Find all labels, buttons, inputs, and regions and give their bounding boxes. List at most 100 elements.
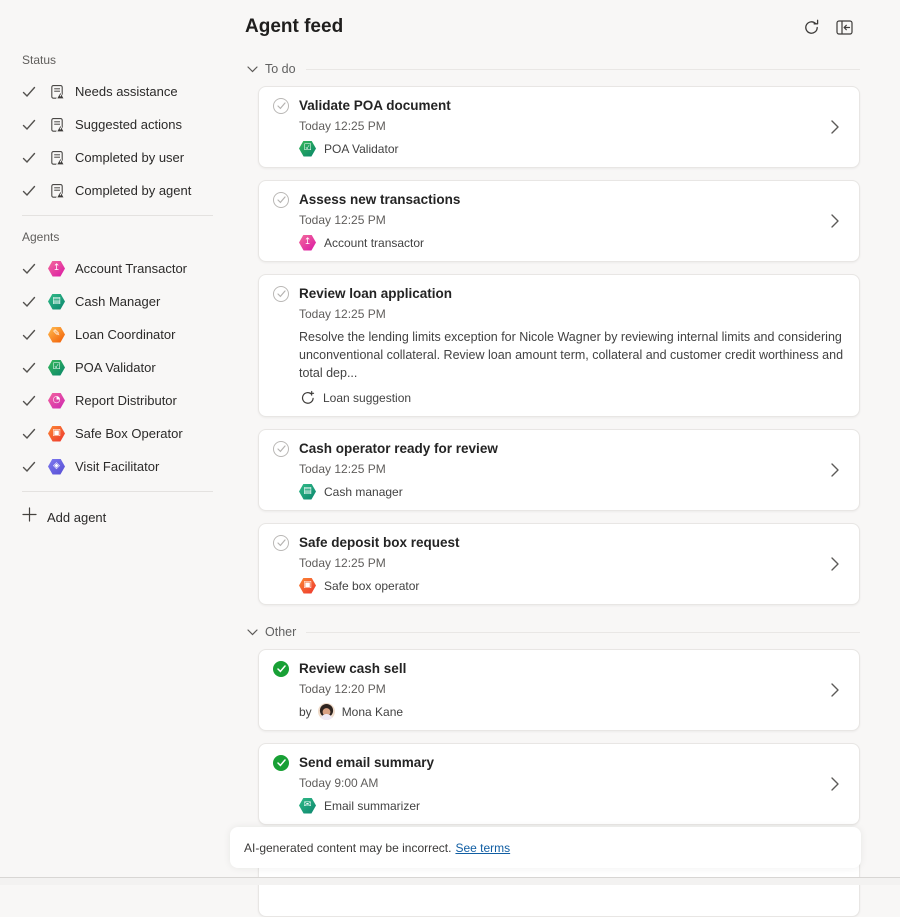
chevron-right-icon[interactable]	[831, 777, 839, 791]
sidebar-item-label: Visit Facilitator	[75, 459, 159, 474]
sidebar-divider	[22, 215, 213, 216]
card-title: Cash operator ready for review	[299, 440, 498, 457]
check-icon	[22, 185, 36, 197]
task-warning-icon	[48, 117, 65, 133]
check-icon	[22, 461, 36, 473]
feed-card-safe-deposit-box-request[interactable]: Safe deposit box request Today 12:25 PM …	[258, 523, 860, 605]
sidebar-item-label: Needs assistance	[75, 84, 178, 99]
check-icon	[22, 119, 36, 131]
section-header-todo[interactable]: To do	[247, 62, 860, 76]
sidebar-item-label: Safe Box Operator	[75, 426, 183, 441]
sidebar-item-visit-facilitator[interactable]: ◈ Visit Facilitator	[22, 450, 230, 483]
section-label: Other	[265, 625, 296, 639]
add-agent-label: Add agent	[47, 510, 106, 525]
agent-badge: ↥ Account transactor	[299, 234, 845, 251]
card-time: Today 12:25 PM	[299, 307, 845, 321]
add-agent-button[interactable]: Add agent	[22, 502, 230, 532]
sidebar-item-needs-assistance[interactable]: Needs assistance	[22, 75, 230, 108]
report-distributor-icon: ◔	[48, 393, 65, 409]
visit-facilitator-icon: ◈	[48, 459, 65, 475]
chevron-down-icon	[247, 629, 258, 636]
feed-card-send-email-summary[interactable]: Send email summary Today 9:00 AM ✉ Email…	[258, 743, 860, 825]
check-icon	[22, 296, 36, 308]
sidebar-item-account-transactor[interactable]: ↥ Account Transactor	[22, 252, 230, 285]
section-rule	[306, 69, 860, 70]
safe-box-operator-icon: ▣	[48, 426, 65, 442]
sidebar-divider	[22, 491, 213, 492]
sidebar-item-label: Loan Coordinator	[75, 327, 175, 342]
card-title: Send email summary	[299, 754, 434, 771]
cash-manager-icon: ▤	[48, 294, 65, 310]
agent-badge: ▤ Cash manager	[299, 483, 845, 500]
section-label: To do	[265, 62, 296, 76]
sidebar-item-label: POA Validator	[75, 360, 156, 375]
card-title: Assess new transactions	[299, 191, 460, 208]
agent-badge: ☑ POA Validator	[299, 140, 845, 157]
see-terms-link[interactable]: See terms	[455, 841, 510, 855]
chevron-right-icon[interactable]	[831, 214, 839, 228]
feed-card-validate-poa-document[interactable]: Validate POA document Today 12:25 PM ☑ P…	[258, 86, 860, 168]
card-title: Review loan application	[299, 285, 452, 302]
sidebar-item-label: Cash Manager	[75, 294, 160, 309]
feed-card-review-loan-application[interactable]: Review loan application Today 12:25 PM R…	[258, 274, 860, 417]
sidebar-item-poa-validator[interactable]: ☑ POA Validator	[22, 351, 230, 384]
card-description: Resolve the lending limits exception for…	[299, 328, 844, 382]
card-time: Today 9:00 AM	[299, 776, 845, 790]
ai-disclaimer-bar: AI-generated content may be incorrect. S…	[230, 827, 861, 868]
page-title: Agent feed	[245, 16, 343, 38]
agent-badge-label: POA Validator	[324, 142, 398, 156]
card-title: Review cash sell	[299, 660, 406, 677]
chevron-right-icon[interactable]	[831, 683, 839, 697]
chevron-right-icon[interactable]	[831, 120, 839, 134]
agent-badge-label: Account transactor	[324, 236, 424, 250]
card-title: Safe deposit box request	[299, 534, 460, 551]
person-badge-label: Mona Kane	[342, 705, 403, 719]
feed-card-review-cash-sell[interactable]: Review cash sell Today 12:20 PM by Mona …	[258, 649, 860, 731]
plus-icon	[22, 507, 37, 527]
sidebar-item-label: Completed by agent	[75, 183, 191, 198]
suggestion-sparkle-icon	[299, 390, 315, 406]
agent-badge: ▣ Safe box operator	[299, 577, 845, 594]
todo-circle-icon	[273, 441, 289, 457]
todo-circle-icon	[273, 98, 289, 114]
task-warning-icon	[48, 183, 65, 199]
suggestion-badge: Loan suggestion	[299, 389, 845, 406]
by-label: by	[299, 705, 312, 719]
completed-check-icon	[273, 661, 289, 677]
sidebar-item-label: Account Transactor	[75, 261, 187, 276]
sidebar-item-loan-coordinator[interactable]: ✎ Loan Coordinator	[22, 318, 230, 351]
card-time: Today 12:25 PM	[299, 462, 845, 476]
loan-coordinator-icon: ✎	[48, 327, 65, 343]
sidebar-item-suggested-actions[interactable]: Suggested actions	[22, 108, 230, 141]
chevron-right-icon[interactable]	[831, 463, 839, 477]
card-time: Today 12:25 PM	[299, 556, 845, 570]
sidebar-item-cash-manager[interactable]: ▤ Cash Manager	[22, 285, 230, 318]
account-transactor-icon: ↥	[48, 261, 65, 277]
avatar	[318, 703, 335, 720]
agent-badge-label: Safe box operator	[324, 579, 419, 593]
sidebar-item-safe-box-operator[interactable]: ▣ Safe Box Operator	[22, 417, 230, 450]
sidebar-item-label: Report Distributor	[75, 393, 177, 408]
check-icon	[22, 152, 36, 164]
feed-card-assess-new-transactions[interactable]: Assess new transactions Today 12:25 PM ↥…	[258, 180, 860, 262]
safe-box-operator-icon: ▣	[299, 578, 316, 594]
status-section-label: Status	[22, 53, 230, 67]
agent-badge-label: Cash manager	[324, 485, 403, 499]
refresh-button[interactable]	[801, 17, 821, 37]
sidebar-item-completed-by-agent[interactable]: Completed by agent	[22, 174, 230, 207]
check-icon	[22, 329, 36, 341]
window-bottom-edge	[0, 877, 900, 885]
check-icon	[22, 395, 36, 407]
sidebar-item-completed-by-user[interactable]: Completed by user	[22, 141, 230, 174]
chevron-right-icon[interactable]	[831, 557, 839, 571]
agents-section-label: Agents	[22, 230, 230, 244]
check-icon	[22, 86, 36, 98]
task-warning-icon	[48, 150, 65, 166]
section-header-other[interactable]: Other	[247, 625, 860, 639]
todo-circle-icon	[273, 535, 289, 551]
sidebar-item-report-distributor[interactable]: ◔ Report Distributor	[22, 384, 230, 417]
close-panel-button[interactable]	[834, 17, 854, 37]
feed-card-cash-operator-ready-for-review[interactable]: Cash operator ready for review Today 12:…	[258, 429, 860, 511]
card-time: Today 12:25 PM	[299, 119, 845, 133]
account-transactor-icon: ↥	[299, 235, 316, 251]
